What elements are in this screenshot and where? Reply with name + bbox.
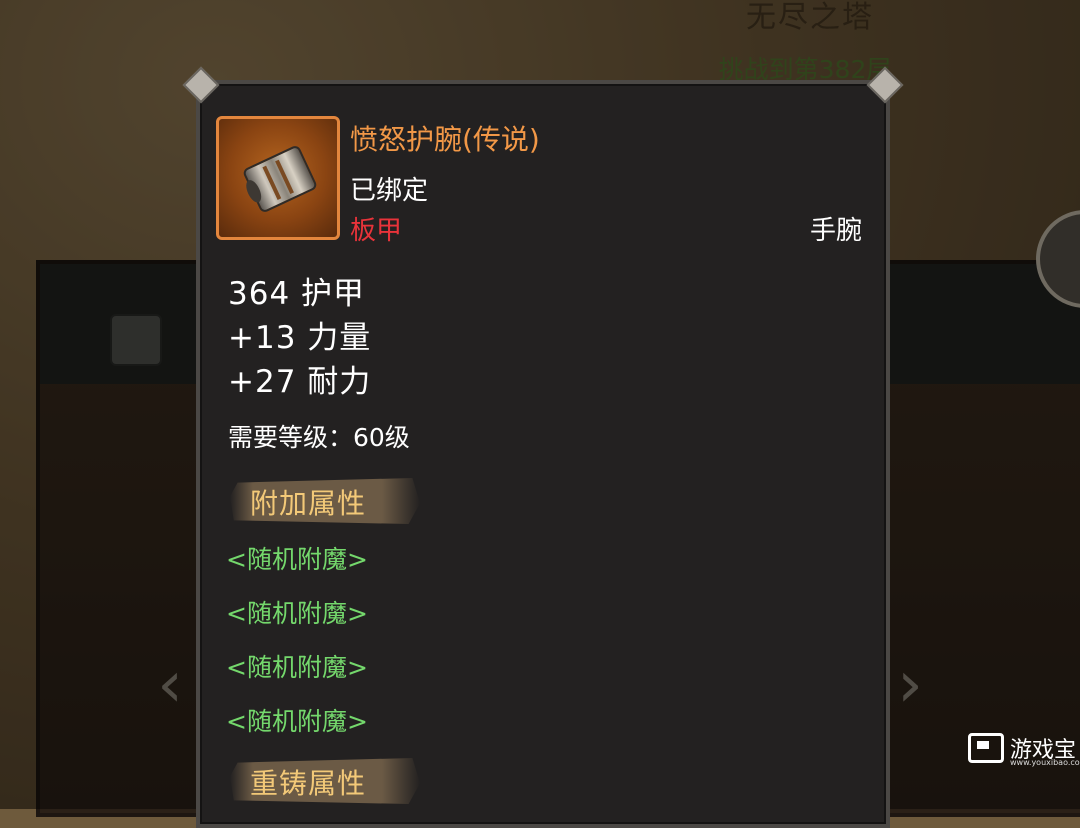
stat-armor: 364 护甲 [228, 276, 366, 312]
item-tooltip: 愤怒护腕(传说) 已绑定 板甲 手腕 364 护甲 +13 力量 +27 耐力 … [182, 66, 904, 828]
reforge-attributes-title: 重铸属性 [250, 767, 367, 800]
bracer-icon [241, 144, 319, 214]
stat-stamina: +27 耐力 [228, 364, 372, 400]
enchant-slot: <随机附魔> [226, 653, 368, 682]
enchant-slot: <随机附魔> [226, 599, 368, 628]
enchant-slot: <随机附魔> [226, 545, 368, 574]
item-name: 愤怒护腕(传说) [350, 123, 540, 156]
armor-type: 板甲 [350, 216, 403, 246]
gamepad-icon [968, 733, 1004, 763]
enchant-slot: <随机附魔> [226, 707, 368, 736]
level-requirement: 需要等级：60级 [228, 423, 410, 452]
bound-status: 已绑定 [350, 176, 429, 206]
stat-strength: +13 力量 [228, 320, 372, 356]
equip-slot: 手腕 [809, 216, 862, 246]
extra-attributes-title: 附加属性 [250, 487, 367, 520]
item-icon-frame [216, 116, 340, 240]
watermark-url: www.youxibao.com [1010, 758, 1080, 767]
